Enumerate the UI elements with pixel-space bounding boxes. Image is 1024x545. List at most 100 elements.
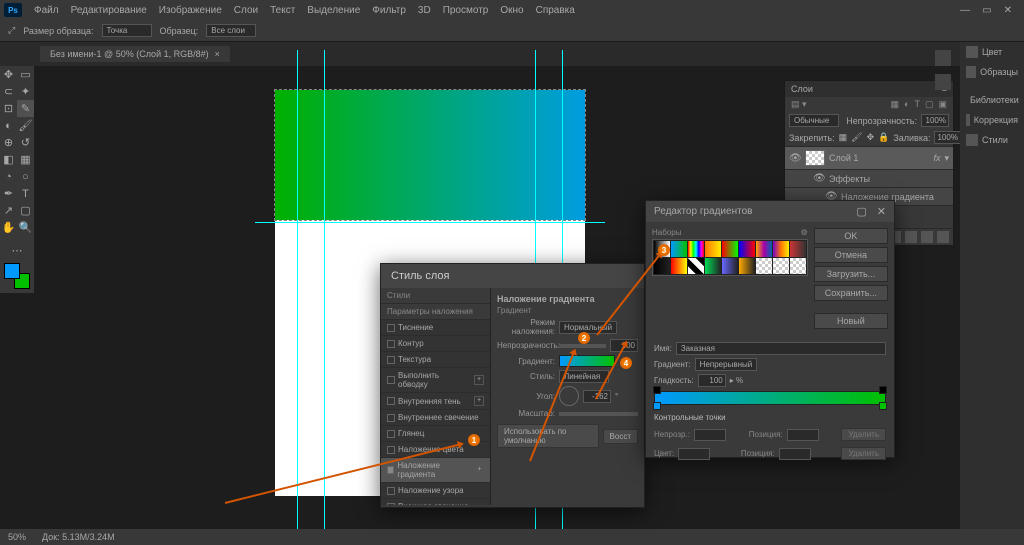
opacity-slider[interactable]	[559, 344, 606, 348]
path-tool[interactable]: ↗	[0, 202, 17, 219]
fill-field[interactable]: 100%	[934, 131, 960, 144]
window-close[interactable]: ✕	[1004, 5, 1012, 16]
gradient-preset[interactable]	[756, 241, 772, 257]
gradient-preset[interactable]	[790, 241, 806, 257]
new-folder-icon[interactable]	[905, 231, 917, 243]
style-list-item[interactable]: Внутренняя тень+	[381, 393, 490, 410]
hand-tool[interactable]: ✋	[0, 219, 17, 236]
angle-dial[interactable]	[559, 386, 579, 406]
crop-tool[interactable]: ⊡	[0, 100, 17, 117]
guide-vertical[interactable]	[297, 50, 298, 536]
lasso-tool[interactable]: ⊂	[0, 83, 17, 100]
style-list-header-blend[interactable]: Параметры наложения	[381, 304, 490, 320]
gradient-preset[interactable]	[671, 258, 687, 274]
guide-vertical[interactable]	[324, 50, 325, 536]
checkbox[interactable]	[387, 430, 395, 438]
color-stop-field[interactable]	[678, 448, 710, 460]
guide-horizontal[interactable]	[255, 222, 605, 223]
presets-settings-icon[interactable]: ⚙	[801, 228, 808, 237]
gradient-preset[interactable]	[705, 241, 721, 257]
position-field[interactable]	[787, 429, 819, 441]
sample-dropdown[interactable]: Все слои	[206, 24, 256, 37]
type-dropdown[interactable]: Непрерывный	[695, 358, 758, 371]
gradient-preset[interactable]	[705, 258, 721, 274]
checkbox[interactable]	[387, 446, 395, 454]
style-list-item[interactable]: Наложение узора	[381, 483, 490, 499]
style-list-item[interactable]: Наложение градиента+	[381, 458, 490, 483]
menu-text[interactable]: Текст	[264, 5, 301, 16]
add-effect-icon[interactable]: +	[475, 465, 484, 475]
window-maximize[interactable]: ▭	[982, 5, 991, 16]
brush-tool[interactable]: 🖌	[17, 117, 34, 134]
checkbox[interactable]	[387, 466, 394, 474]
lock-transparency-icon[interactable]: ▦	[839, 132, 848, 143]
fx-indicator[interactable]: fx	[933, 153, 940, 163]
style-list-header-styles[interactable]: Стили	[381, 288, 490, 304]
color-stop[interactable]	[879, 402, 887, 410]
document-tab-close[interactable]: ×	[215, 49, 220, 59]
delete-stop-button[interactable]: Удалить	[841, 428, 886, 441]
filter-pixel-icon[interactable]: ▦	[891, 99, 900, 110]
dialog-maximize[interactable]: ▢	[856, 205, 866, 218]
reset-button[interactable]: Восст	[603, 429, 638, 444]
blur-tool[interactable]: ◔	[0, 168, 17, 185]
visibility-icon[interactable]: 👁	[813, 173, 825, 184]
gradient-preset[interactable]	[688, 258, 704, 274]
gradient-tool[interactable]: ▦	[17, 151, 34, 168]
lock-pixels-icon[interactable]: 🖌	[851, 132, 862, 143]
opacity-field[interactable]: 100%	[921, 114, 949, 127]
stamp-tool[interactable]: ⊕	[0, 134, 17, 151]
checkbox[interactable]	[387, 397, 395, 405]
checkbox[interactable]	[387, 414, 395, 422]
filter-smart-icon[interactable]: ▣	[938, 99, 947, 110]
blend-mode-dropdown[interactable]: Обычные	[789, 114, 839, 127]
dock-libraries[interactable]: Библиотеки	[960, 90, 1024, 110]
menu-layers[interactable]: Слои	[228, 5, 264, 16]
style-list-item[interactable]: Внешнее свечение	[381, 499, 490, 505]
gradient-preset[interactable]	[688, 241, 704, 257]
scale-slider[interactable]	[559, 412, 638, 416]
gradient-ramp[interactable]	[654, 391, 886, 405]
add-effect-icon[interactable]: +	[474, 375, 484, 385]
opacity-stop-field[interactable]	[694, 429, 726, 441]
gradient-preset[interactable]	[773, 258, 789, 274]
checkbox[interactable]	[387, 487, 395, 495]
style-list-item[interactable]: Внутреннее свечение	[381, 410, 490, 426]
ok-button[interactable]: OK	[814, 228, 888, 244]
filter-adjust-icon[interactable]: ◐	[904, 99, 909, 110]
history-tool[interactable]: ↺	[17, 134, 34, 151]
zoom-tool[interactable]: 🔍	[17, 219, 34, 236]
layer-row-1[interactable]: 👁 Слой 1 fx ▾	[785, 146, 953, 169]
menu-image[interactable]: Изображение	[153, 5, 228, 16]
smooth-field[interactable]: 100	[698, 374, 726, 387]
menu-edit[interactable]: Редактирование	[65, 5, 153, 16]
menu-filter[interactable]: Фильтр	[366, 5, 412, 16]
delete-stop-button[interactable]: Удалить	[841, 447, 886, 460]
color-swatch[interactable]	[4, 263, 30, 289]
menu-window[interactable]: Окно	[494, 5, 529, 16]
style-list-item[interactable]: Тиснение	[381, 320, 490, 336]
eyedropper-tool[interactable]: ✎	[17, 100, 34, 117]
history-panel-icon[interactable]	[935, 50, 951, 66]
gradient-preset[interactable]	[739, 241, 755, 257]
dock-swatches[interactable]: Образцы	[960, 62, 1024, 82]
opacity-stop[interactable]	[879, 386, 887, 394]
menu-3d[interactable]: 3D	[412, 5, 437, 16]
load-button[interactable]: Загрузить...	[814, 266, 888, 282]
gradient-preset[interactable]	[790, 258, 806, 274]
wand-tool[interactable]: ✦	[17, 83, 34, 100]
gradient-preset[interactable]	[671, 241, 687, 257]
filter-type-icon[interactable]: T	[914, 99, 920, 110]
save-button[interactable]: Сохранить...	[814, 285, 888, 301]
menu-help[interactable]: Справка	[530, 5, 581, 16]
edit-toolbar[interactable]: ⋯	[0, 242, 34, 259]
document-tab[interactable]: Без имени-1 @ 50% (Слой 1, RGB/8#) ×	[40, 46, 230, 62]
gradient-preset[interactable]	[756, 258, 772, 274]
foreground-color[interactable]	[4, 263, 20, 279]
pen-tool[interactable]: ✒	[0, 185, 17, 202]
dialog-close[interactable]: ✕	[877, 205, 886, 218]
menu-select[interactable]: Выделение	[301, 5, 366, 16]
make-default-button[interactable]: Использовать по умолчанию	[497, 424, 599, 448]
menu-view[interactable]: Просмотр	[437, 5, 495, 16]
checkbox[interactable]	[387, 340, 395, 348]
